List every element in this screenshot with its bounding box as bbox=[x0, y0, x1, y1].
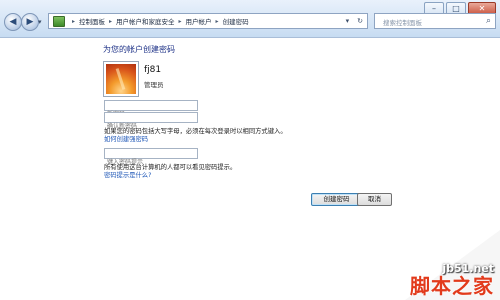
create-password-window: – □ ✕ ◀ ▶ ▾ ▸ 控制面板 ▸ 用户帐户和家庭安全 ▸ 用户帐户 ▸ … bbox=[0, 0, 500, 300]
breadcrumb-separator-icon[interactable]: ▸ bbox=[179, 18, 182, 25]
breadcrumb-user-accounts-family-safety[interactable]: 用户帐户和家庭安全 bbox=[116, 16, 175, 26]
address-history-dropdown-icon[interactable]: ▾ bbox=[346, 17, 350, 25]
watermark-name: 脚本之家 bbox=[410, 274, 494, 298]
user-avatar bbox=[104, 62, 138, 96]
page-title: 为您的帐户创建密码 bbox=[103, 45, 175, 54]
address-bar[interactable]: ▸ 控制面板 ▸ 用户帐户和家庭安全 ▸ 用户帐户 ▸ 创建密码 ▾ ↻ bbox=[48, 13, 368, 29]
navigation-bar: ◀ ▶ ▾ ▸ 控制面板 ▸ 用户帐户和家庭安全 ▸ 用户帐户 ▸ 创建密码 ▾… bbox=[0, 11, 500, 33]
breadcrumb-user-accounts[interactable]: 用户帐户 bbox=[186, 16, 212, 26]
create-password-button[interactable]: 创建密码 bbox=[311, 193, 362, 206]
breadcrumb-create-password[interactable]: 创建密码 bbox=[223, 16, 249, 26]
user-role: 管理员 bbox=[144, 81, 164, 89]
breadcrumb-separator-icon[interactable]: ▸ bbox=[109, 18, 112, 25]
password-hint-help-link[interactable]: 密码提示是什么? bbox=[104, 170, 151, 179]
password-hint-field[interactable] bbox=[104, 148, 198, 167]
address-actions: ▾ ↻ bbox=[342, 17, 367, 25]
strong-password-link[interactable]: 如何创建强密码 bbox=[104, 134, 148, 143]
search-placeholder: 搜索控制面板 bbox=[383, 19, 422, 27]
confirm-password-field[interactable] bbox=[104, 112, 198, 131]
new-password-field[interactable] bbox=[104, 100, 198, 119]
back-button[interactable]: ◀ bbox=[4, 13, 22, 31]
search-icon[interactable]: ⌕ bbox=[486, 16, 491, 26]
cancel-button[interactable]: 取消 bbox=[357, 193, 392, 206]
breadcrumb-separator-icon[interactable]: ▸ bbox=[216, 18, 219, 25]
refresh-icon[interactable]: ↻ bbox=[357, 17, 363, 25]
control-panel-icon bbox=[53, 15, 65, 27]
search-box[interactable]: 搜索控制面板 ⌕ bbox=[374, 13, 496, 29]
recent-pages-dropdown-icon[interactable]: ▾ bbox=[38, 18, 42, 26]
user-name: fj81 bbox=[144, 65, 162, 75]
breadcrumb-control-panel[interactable]: 控制面板 bbox=[79, 16, 105, 26]
breadcrumb-separator-icon[interactable]: ▸ bbox=[72, 18, 75, 25]
title-bar: – □ ✕ ◀ ▶ ▾ ▸ 控制面板 ▸ 用户帐户和家庭安全 ▸ 用户帐户 ▸ … bbox=[0, 0, 500, 38]
forward-button[interactable]: ▶ bbox=[21, 13, 39, 31]
site-watermark: jb51.net 脚本之家 bbox=[410, 262, 494, 297]
